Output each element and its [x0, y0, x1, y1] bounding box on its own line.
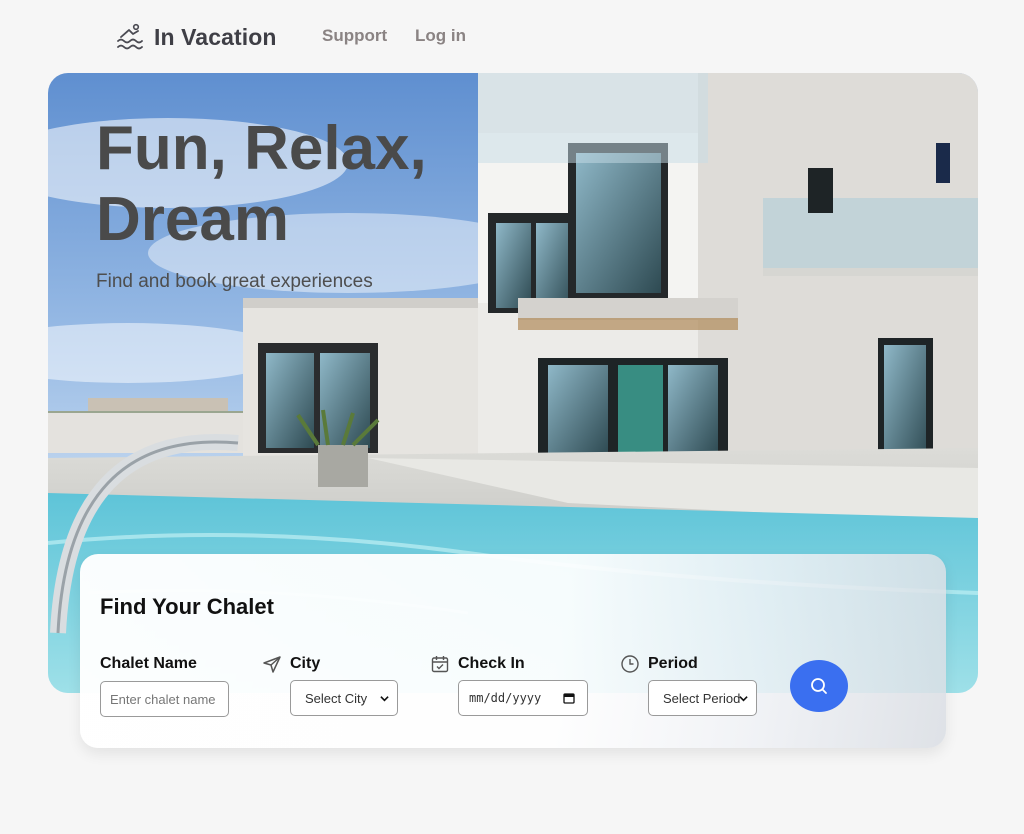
calendar-icon: [431, 656, 449, 673]
brand-name: In Vacation: [154, 23, 277, 50]
top-nav: In Vacation Support Log in: [0, 0, 1024, 72]
period-selected-value: Select Period: [663, 690, 741, 706]
swimmer-waves-icon: [117, 23, 143, 50]
brand-logo[interactable]: In Vacation: [116, 22, 277, 52]
chalet-name-placeholder: Enter chalet name: [110, 691, 216, 707]
chalet-name-label: Chalet Name: [100, 655, 197, 673]
search-card-title: Find Your Chalet: [100, 594, 274, 619]
paper-plane-icon: [263, 656, 281, 673]
chevron-down-icon: [739, 696, 748, 702]
search-card: Find Your Chalet Chalet Name Enter chale…: [80, 554, 946, 748]
search-button[interactable]: [790, 660, 848, 712]
check-in-label: Check In: [430, 654, 525, 674]
chevron-down-icon: [380, 696, 389, 702]
check-in-date-value: mm/dd/yyyy: [469, 691, 542, 705]
period-label: Period: [620, 654, 698, 674]
city-selected-value: Select City: [305, 690, 368, 706]
check-in-date-input[interactable]: mm/dd/yyyy: [458, 680, 588, 716]
calendar-picker-icon[interactable]: [563, 692, 575, 704]
search-icon: [811, 678, 827, 694]
check-in-label-text: Check In: [458, 655, 525, 672]
clock-icon: [621, 655, 639, 673]
period-label-text: Period: [648, 655, 698, 672]
nav-link-login[interactable]: Log in: [415, 26, 466, 46]
city-select[interactable]: Select City: [290, 680, 398, 716]
hero-subtitle: Find and book great experiences: [96, 271, 373, 292]
hero-title: Fun, Relax, Dream: [96, 114, 427, 254]
chalet-name-input[interactable]: Enter chalet name: [100, 681, 229, 717]
nav-link-support[interactable]: Support: [322, 26, 387, 46]
chalet-name-label-text: Chalet Name: [100, 655, 197, 672]
city-label-text: City: [290, 655, 321, 672]
period-select[interactable]: Select Period: [648, 680, 757, 716]
city-label: City: [262, 654, 320, 674]
